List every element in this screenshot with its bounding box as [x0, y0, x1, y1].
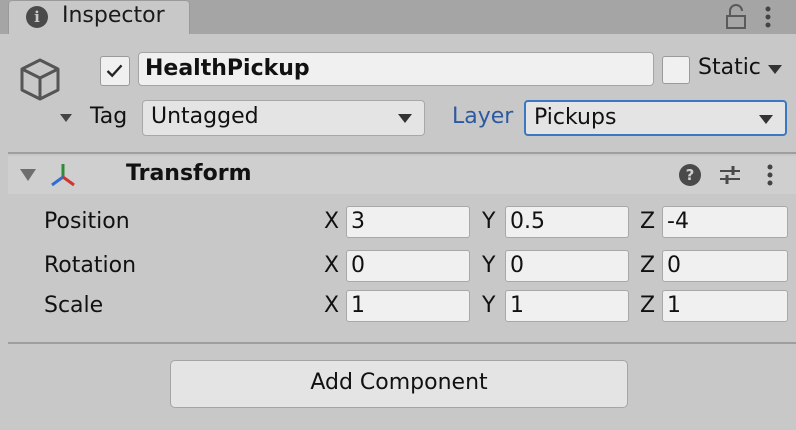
tab-inspector[interactable]: i Inspector [8, 0, 190, 36]
axis-z-label[interactable]: Z [640, 253, 655, 278]
scale-x-field[interactable]: 1 [346, 290, 470, 322]
chevron-down-icon [398, 114, 412, 123]
position-label: Position [44, 209, 130, 234]
scale-label: Scale [44, 293, 104, 318]
tab-title: Inspector [62, 3, 165, 28]
foldout-arrow-icon[interactable] [20, 169, 36, 181]
scale-z-field[interactable]: 1 [662, 290, 788, 322]
static-dropdown-icon[interactable] [768, 65, 782, 74]
layer-value: Pickups [534, 105, 617, 130]
tag-dropdown[interactable]: Untagged [142, 100, 425, 136]
active-checkbox[interactable] [100, 56, 130, 86]
axis-x-label[interactable]: X [324, 293, 339, 318]
position-y-field[interactable]: 0.5 [505, 206, 629, 238]
help-icon[interactable]: ? [678, 163, 702, 187]
info-icon: i [26, 6, 48, 28]
rotation-label: Rotation [44, 253, 137, 278]
gameobject-name-field[interactable]: HealthPickup [138, 52, 654, 86]
chevron-down-icon [759, 115, 773, 124]
add-component-button[interactable]: Add Component [170, 360, 628, 408]
gameobject-cube-icon[interactable] [20, 54, 80, 126]
layer-dropdown[interactable]: Pickups [524, 100, 787, 136]
transform-title: Transform [126, 161, 252, 186]
static-checkbox[interactable] [662, 56, 690, 84]
divider [8, 342, 796, 344]
static-label[interactable]: Static [698, 55, 761, 80]
axis-z-label[interactable]: Z [640, 293, 655, 318]
divider [8, 152, 796, 154]
tag-value: Untagged [151, 104, 259, 129]
tag-label: Tag [90, 104, 128, 129]
kebab-menu-icon[interactable] [758, 3, 778, 31]
checkmark-icon [106, 64, 123, 78]
tab-bar: i Inspector [0, 0, 796, 36]
scale-y-field[interactable]: 1 [505, 290, 629, 322]
rotation-x-field[interactable]: 0 [346, 250, 470, 282]
lock-icon[interactable] [724, 4, 748, 30]
transform-axes-icon [51, 164, 75, 187]
axis-x-label[interactable]: X [324, 253, 339, 278]
axis-z-label[interactable]: Z [640, 209, 655, 234]
rotation-z-field[interactable]: 0 [662, 250, 788, 282]
axis-y-label[interactable]: Y [482, 253, 495, 278]
position-z-field[interactable]: -4 [662, 206, 788, 238]
layer-label: Layer [452, 104, 514, 129]
axis-y-label[interactable]: Y [482, 293, 495, 318]
svg-text:?: ? [686, 166, 695, 184]
position-x-field[interactable]: 3 [346, 206, 470, 238]
presets-sliders-icon[interactable] [718, 163, 742, 187]
axis-y-label[interactable]: Y [482, 209, 495, 234]
axis-x-label[interactable]: X [324, 209, 339, 234]
inspector-panel: HealthPickup Static Tag Untagged Layer P… [8, 34, 796, 430]
rotation-y-field[interactable]: 0 [505, 250, 629, 282]
kebab-menu-icon[interactable] [762, 162, 778, 188]
